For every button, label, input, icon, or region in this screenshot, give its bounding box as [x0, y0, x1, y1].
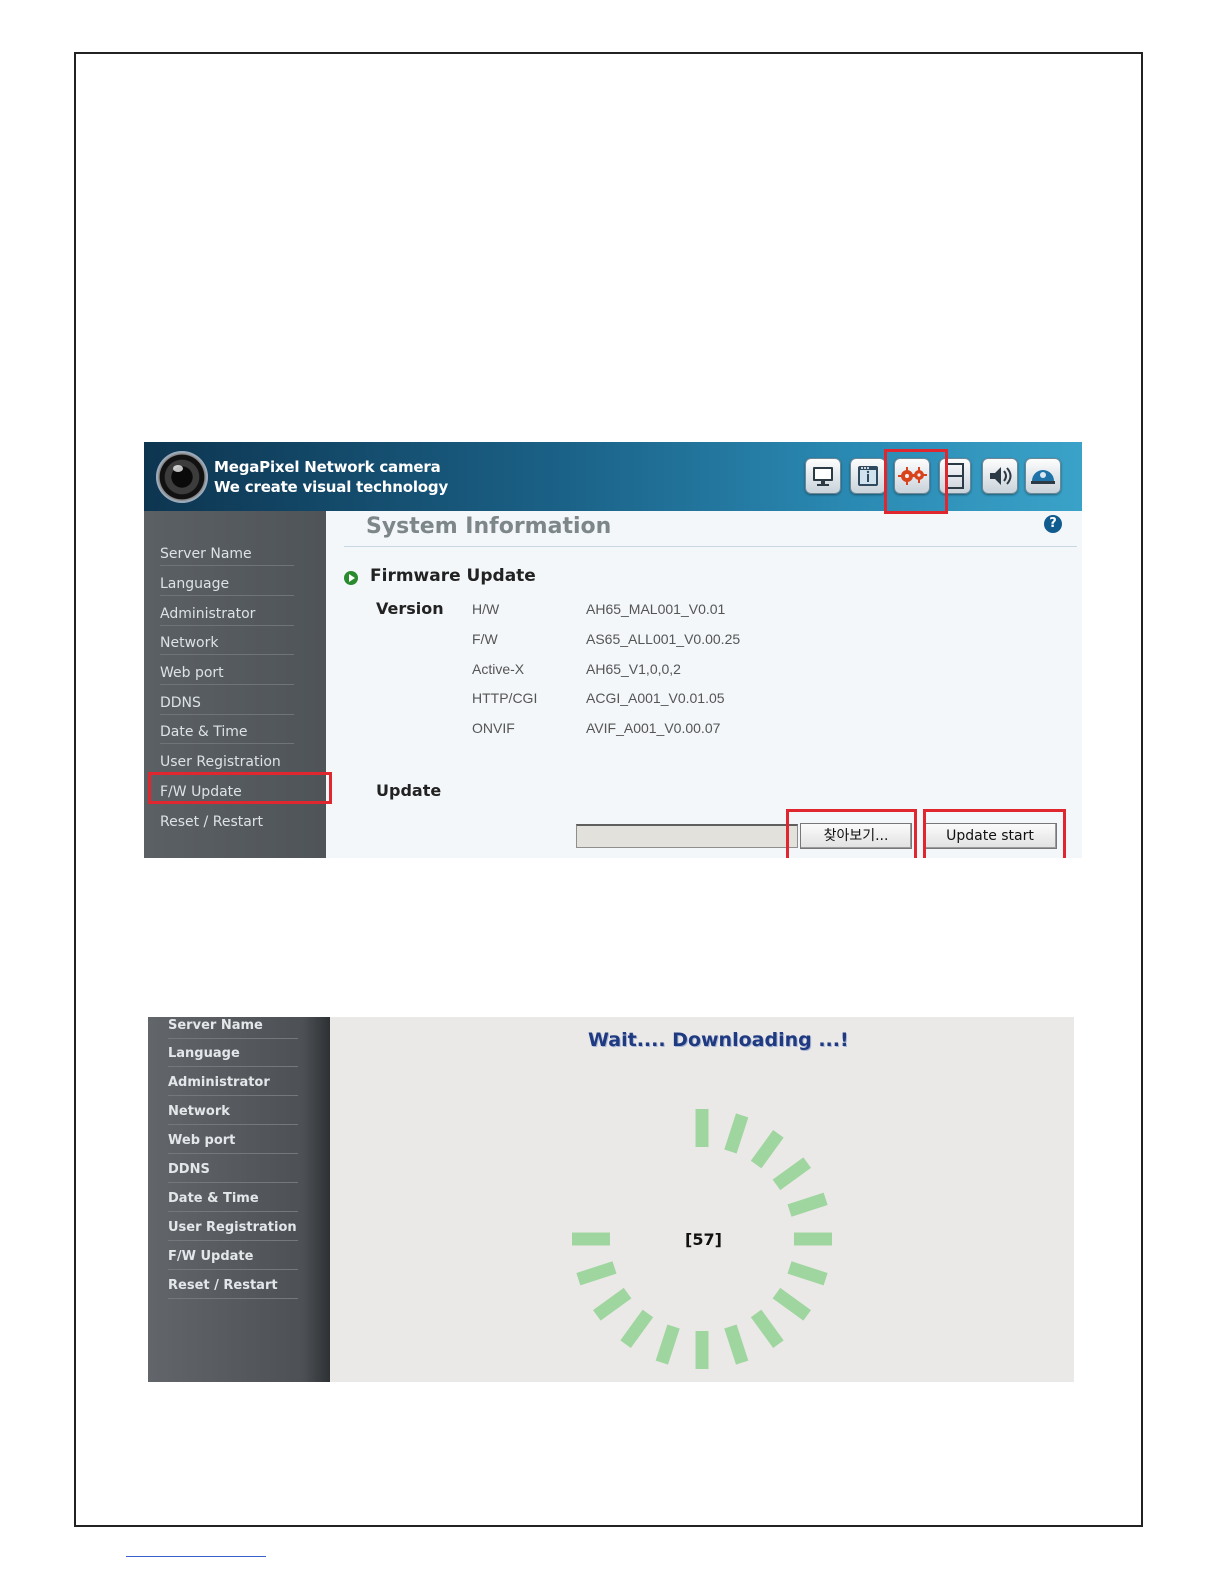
sidebar-item-administrator[interactable]: Administrator — [160, 602, 294, 626]
downloading-screenshot: Server Name Language Administrator Netwo… — [148, 1017, 1074, 1382]
title-divider — [344, 546, 1077, 547]
sidebar-item-web-port[interactable]: Web port — [160, 661, 294, 685]
version-value-http-cgi: ACGI_A001_V0.01.05 — [586, 690, 725, 706]
brand-slogan: We create visual technology — [214, 478, 449, 496]
sidebar-item-language[interactable]: Language — [160, 572, 294, 596]
version-value-fw: AS65_ALL001_V0.00.25 — [586, 631, 741, 647]
sidebar-item-web-port[interactable]: Web port — [168, 1128, 298, 1154]
downloading-status-text: Wait.... Downloading ...! — [588, 1029, 849, 1051]
version-value-activex: AH65_V1,0,0,2 — [586, 661, 681, 677]
version-label: Version — [376, 599, 444, 618]
monitor-icon — [806, 459, 840, 493]
spinner-segment — [576, 1261, 617, 1286]
film-icon — [940, 459, 970, 493]
sidebar-item-server-name[interactable]: Server Name — [168, 1017, 298, 1039]
record-nav-button[interactable] — [939, 458, 971, 494]
browse-button[interactable]: 찾아보기... — [800, 823, 912, 849]
dome-camera-icon — [1026, 459, 1060, 493]
spinner-segment — [724, 1113, 749, 1154]
gears-icon — [895, 459, 929, 493]
sidebar-item-server-name[interactable]: Server Name — [160, 542, 294, 566]
spinner-segment — [620, 1309, 654, 1348]
spinner-segment — [593, 1287, 632, 1321]
camera-lens-logo-icon — [156, 451, 208, 503]
version-key-fw: F/W — [472, 631, 498, 647]
sidebar-item-date-time[interactable]: Date & Time — [160, 720, 294, 744]
version-value-onvif: AVIF_A001_V0.00.07 — [586, 720, 721, 736]
version-key-hw: H/W — [472, 601, 500, 617]
sidebar-item-network[interactable]: Network — [160, 631, 294, 655]
sidebar-item-reset-restart[interactable]: Reset / Restart — [160, 810, 294, 834]
sidebar-item-ddns[interactable]: DDNS — [160, 691, 294, 715]
speaker-icon — [983, 459, 1017, 493]
version-key-activex: Active-X — [472, 661, 525, 677]
sidebar-item-date-time[interactable]: Date & Time — [168, 1186, 298, 1212]
spinner-segment — [772, 1157, 811, 1191]
spinner-segment — [724, 1324, 749, 1365]
progress-counter: [57] — [685, 1230, 722, 1249]
brand-title: MegaPixel Network camera — [214, 458, 441, 476]
help-icon[interactable]: ? — [1044, 515, 1062, 533]
sidebar-item-user-registration[interactable]: User Registration — [160, 750, 294, 774]
play-bullet-icon — [344, 571, 358, 585]
sidebar-item-administrator[interactable]: Administrator — [168, 1070, 298, 1096]
firmware-file-input[interactable] — [576, 824, 798, 848]
spinner-segment — [787, 1261, 828, 1286]
setup-nav-button[interactable] — [894, 458, 930, 494]
info-window-icon — [851, 459, 885, 493]
spinner-segment — [787, 1192, 828, 1217]
sidebar-item-fw-update[interactable]: F/W Update — [168, 1244, 298, 1270]
spinner-segment — [750, 1309, 784, 1348]
sidebar-item-user-registration[interactable]: User Registration — [168, 1215, 298, 1241]
sidebar-item-ddns[interactable]: DDNS — [168, 1157, 298, 1183]
version-key-http-cgi: HTTP/CGI — [472, 690, 538, 706]
version-value-hw: AH65_MAL001_V0.01 — [586, 601, 726, 617]
settings-sidebar: Server Name Language Administrator Netwo… — [144, 511, 326, 858]
spinner-segment — [772, 1287, 811, 1321]
system-information-panel: System Information ? Firmware Update Ver… — [326, 511, 1082, 858]
sidebar-item-language[interactable]: Language — [168, 1041, 298, 1067]
footer-rule — [126, 1556, 266, 1557]
header-banner: MegaPixel Network camera We create visua… — [144, 442, 1082, 511]
update-label: Update — [376, 781, 442, 800]
sidebar-item-reset-restart[interactable]: Reset / Restart — [168, 1273, 298, 1299]
spinner-segment — [655, 1324, 680, 1365]
spinner-segment — [750, 1130, 784, 1169]
info-nav-button[interactable] — [850, 458, 886, 494]
audio-nav-button[interactable] — [982, 458, 1018, 494]
page-title: System Information — [366, 514, 612, 539]
settings-sidebar-downloading: Server Name Language Administrator Netwo… — [148, 1017, 330, 1382]
live-view-nav-button[interactable] — [805, 458, 841, 494]
update-start-button[interactable]: Update start — [923, 823, 1057, 849]
firmware-update-screenshot: MegaPixel Network camera We create visua… — [144, 442, 1082, 858]
ptz-nav-button[interactable] — [1025, 458, 1061, 494]
section-title: Firmware Update — [370, 566, 536, 586]
version-key-onvif: ONVIF — [472, 720, 515, 736]
sidebar-item-network[interactable]: Network — [168, 1099, 298, 1125]
sidebar-item-fw-update[interactable]: F/W Update — [160, 780, 294, 804]
